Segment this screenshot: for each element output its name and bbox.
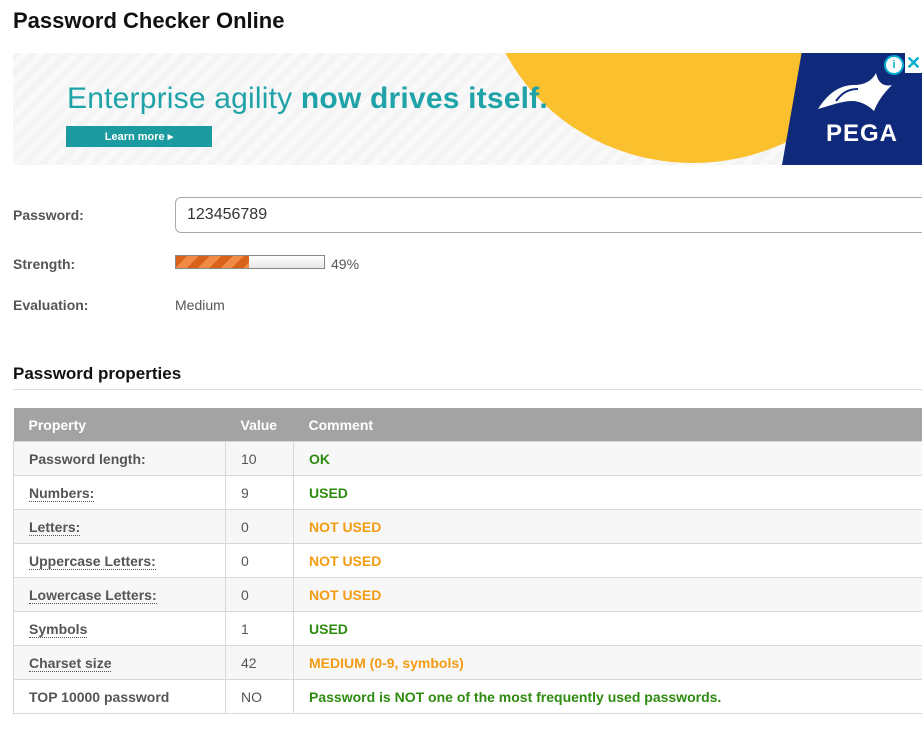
value-cell: 42 xyxy=(225,645,294,680)
pega-pegasus-icon xyxy=(818,73,892,111)
property-name-tooltip[interactable]: Charset size xyxy=(29,654,112,672)
ad-close-icon[interactable]: ✕ xyxy=(905,53,922,73)
strength-label: Strength: xyxy=(13,256,76,272)
property-name-tooltip[interactable]: Letters: xyxy=(29,518,81,536)
password-input[interactable] xyxy=(175,197,922,233)
property-name-tooltip[interactable]: Lowercase Letters: xyxy=(29,586,157,604)
comment-cell: NOT USED xyxy=(293,577,922,612)
property-name: TOP 10000 password xyxy=(29,688,170,705)
property-name-tooltip[interactable]: Uppercase Letters: xyxy=(29,552,156,570)
property-cell: Lowercase Letters: xyxy=(13,577,226,612)
table-row: Password length: 10 OK xyxy=(13,441,922,476)
value-cell: 9 xyxy=(225,475,294,510)
table-header-row: Property Value Comment xyxy=(13,408,922,442)
strength-meter xyxy=(175,255,325,269)
table-row: Lowercase Letters: 0 NOT USED xyxy=(13,577,922,612)
comment-cell: USED xyxy=(293,611,922,646)
value-cell: NO xyxy=(225,679,294,714)
ad-learn-more-button[interactable]: Learn more ▸ xyxy=(66,126,212,147)
value-cell: 0 xyxy=(225,577,294,612)
table-row: Uppercase Letters: 0 NOT USED xyxy=(13,543,922,578)
evaluation-value: Medium xyxy=(175,297,225,313)
comment-cell: Password is NOT one of the most frequent… xyxy=(293,679,922,714)
evaluation-label: Evaluation: xyxy=(13,297,89,313)
properties-table: Property Value Comment Password length: … xyxy=(13,408,922,714)
page-title: Password Checker Online xyxy=(13,8,285,33)
comment-cell: NOT USED xyxy=(293,509,922,544)
comment-cell: MEDIUM (0-9, symbols) xyxy=(293,645,922,680)
property-cell: Numbers: xyxy=(13,475,226,510)
ad-brand-name: PEGA xyxy=(826,120,899,147)
table-row: Charset size 42 MEDIUM (0-9, symbols) xyxy=(13,645,922,680)
comment-cell: USED xyxy=(293,475,922,510)
property-cell: Charset size xyxy=(13,645,226,680)
value-cell: 0 xyxy=(225,543,294,578)
property-cell: Uppercase Letters: xyxy=(13,543,226,578)
table-row: Numbers: 9 USED xyxy=(13,475,922,510)
strength-meter-fill xyxy=(176,256,249,268)
value-cell: 10 xyxy=(225,441,294,476)
property-name-tooltip[interactable]: Numbers: xyxy=(29,484,95,502)
value-cell: 0 xyxy=(225,509,294,544)
ad-banner[interactable]: Enterprise agility now drives itself. Le… xyxy=(13,53,922,165)
strength-percent: 49% xyxy=(331,256,360,272)
section-title: Password properties xyxy=(13,364,182,383)
table-row: Symbols 1 USED xyxy=(13,611,922,646)
property-cell: TOP 10000 password xyxy=(13,679,226,714)
ad-headline[interactable]: Enterprise agility now drives itself. xyxy=(67,82,548,116)
property-cell: Password length: xyxy=(13,441,226,476)
column-header-value: Value xyxy=(225,408,294,442)
property-cell: Letters: xyxy=(13,509,226,544)
column-header-property: Property xyxy=(13,408,226,442)
comment-cell: NOT USED xyxy=(293,543,922,578)
comment-cell: OK xyxy=(293,441,922,476)
property-name-tooltip[interactable]: Symbols xyxy=(29,620,88,638)
value-cell: 1 xyxy=(225,611,294,646)
property-cell: Symbols xyxy=(13,611,226,646)
password-label: Password: xyxy=(13,207,84,223)
ad-info-icon[interactable]: i xyxy=(884,55,904,75)
table-row: Letters: 0 NOT USED xyxy=(13,509,922,544)
column-header-comment: Comment xyxy=(293,408,922,442)
property-name: Password length: xyxy=(29,450,146,467)
table-row: TOP 10000 password NO Password is NOT on… xyxy=(13,679,922,714)
section-divider xyxy=(13,389,922,390)
